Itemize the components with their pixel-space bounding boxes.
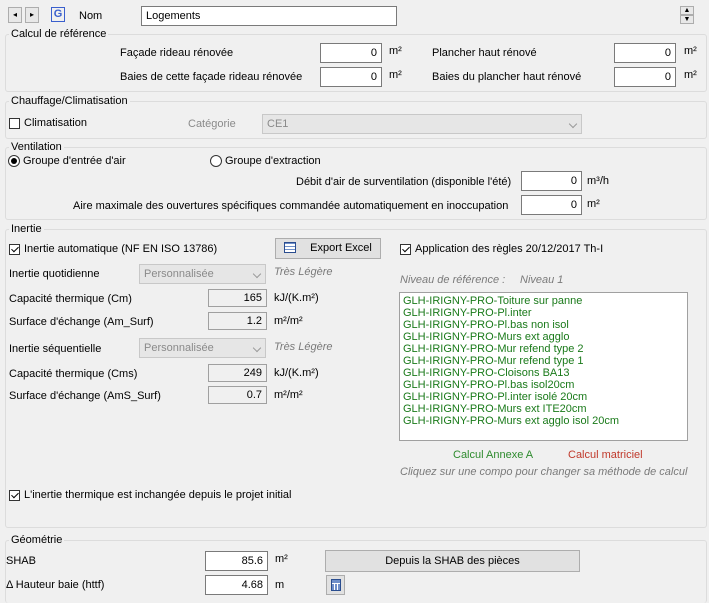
aire-label: Aire maximale des ouvertures spécifiques… (73, 200, 509, 212)
niveau-reference-label: Niveau de référence : (400, 274, 506, 286)
list-item[interactable]: GLH-IRIGNY-PRO-Cloisons BA13 (400, 367, 687, 379)
groupe-extraction-label: Groupe d'extraction (225, 155, 321, 167)
chevron-down-icon (252, 269, 262, 279)
cm-unit: kJ/(K.m²) (274, 292, 319, 304)
inertie-quotidienne-label: Inertie quotidienne (9, 268, 100, 280)
depuis-shab-button[interactable]: Depuis la SHAB des pièces (325, 550, 580, 572)
chauffage-title: Chauffage/Climatisation (9, 94, 130, 108)
facade-label: Façade rideau rénovée (120, 47, 234, 59)
list-item[interactable]: GLH-IRIGNY-PRO-Murs ext agglo isol 20cm (400, 415, 687, 427)
inertie-inchangee-checkbox[interactable] (9, 490, 20, 501)
aire-input[interactable]: 0 (521, 195, 582, 215)
list-item[interactable]: GLH-IRIGNY-PRO-Pl.bas isol20cm (400, 379, 687, 391)
inertie-quotidienne-value: Personnalisée (144, 268, 214, 280)
debit-label: Débit d'air de surventilation (disponibl… (296, 176, 512, 188)
compo-hint: Cliquez sur une compo pour changer sa mé… (400, 466, 688, 478)
baies-plancher-input[interactable]: 0 (614, 67, 676, 87)
inertie-inchangee-label: L'inertie thermique est inchangée depuis… (24, 489, 292, 501)
cm-value: 165 (208, 289, 267, 307)
spin-down-button[interactable]: ▼ (680, 15, 694, 24)
inertie-sequentielle-value: Personnalisée (144, 342, 214, 354)
compo-list[interactable]: GLH-IRIGNY-PRO-Toiture sur panne GLH-IRI… (399, 292, 688, 441)
categorie-select-value: CE1 (267, 118, 289, 130)
inertie-sequentielle-label: Inertie séquentielle (9, 343, 102, 355)
shab-input[interactable]: 85.6 (205, 551, 268, 571)
groupe-extraction-radio[interactable] (210, 155, 222, 167)
chevron-down-icon (568, 119, 578, 129)
export-excel-label: Export Excel (310, 242, 372, 254)
cms-unit: kJ/(K.m²) (274, 367, 319, 379)
ventilation-title: Ventilation (9, 140, 64, 154)
inertie-quotidienne-hint: Très Légère (274, 266, 333, 278)
ams-unit: m²/m² (274, 389, 303, 401)
baies-facade-input[interactable]: 0 (320, 67, 382, 87)
list-item[interactable]: GLH-IRIGNY-PRO-Mur refend type 2 (400, 343, 687, 355)
aire-unit: m² (587, 198, 600, 210)
list-item[interactable]: GLH-IRIGNY-PRO-Mur refend type 1 (400, 355, 687, 367)
inertie-auto-label: Inertie automatique (NF EN ISO 13786) (24, 243, 218, 255)
list-item[interactable]: GLH-IRIGNY-PRO-Pl.bas non isol (400, 319, 687, 331)
chevron-down-icon (252, 343, 262, 353)
cms-value: 249 (208, 364, 267, 382)
shab-unit: m² (275, 553, 288, 565)
calculator-icon (330, 579, 341, 591)
am-label: Surface d'échange (Am_Surf) (9, 316, 154, 328)
baies-plancher-label: Baies du plancher haut rénové (432, 71, 582, 83)
baies-facade-unit: m² (389, 69, 402, 81)
application-regles-label: Application des règles 20/12/2017 Th-I (415, 243, 604, 255)
hauteur-input[interactable]: 4.68 (205, 575, 268, 595)
excel-icon (284, 242, 297, 253)
inertie-sequentielle-select[interactable]: Personnalisée (139, 338, 266, 358)
list-item[interactable]: GLH-IRIGNY-PRO-Toiture sur panne (400, 295, 687, 307)
calculator-button[interactable] (326, 575, 345, 595)
hauteur-label: Δ Hauteur baie (httf) (6, 579, 105, 591)
list-item[interactable]: GLH-IRIGNY-PRO-Pl.inter (400, 307, 687, 319)
previous-button[interactable]: ◂ (8, 7, 22, 23)
groupe-entree-radio[interactable] (8, 155, 20, 167)
calcul-matriciel-legend: Calcul matriciel (568, 449, 643, 461)
categorie-select[interactable]: CE1 (262, 114, 582, 134)
hauteur-unit: m (275, 579, 285, 591)
facade-unit: m² (389, 45, 402, 57)
plancher-input[interactable]: 0 (614, 43, 676, 63)
spin-up-button[interactable]: ▲ (680, 6, 694, 15)
inertie-auto-checkbox[interactable] (9, 244, 20, 255)
inertie-sequentielle-hint: Très Légère (274, 341, 333, 353)
debit-unit: m³/h (587, 175, 609, 187)
list-item[interactable]: GLH-IRIGNY-PRO-Murs ext ITE20cm (400, 403, 687, 415)
categorie-label: Catégorie (188, 118, 236, 130)
ams-value: 0.7 (208, 386, 267, 404)
climatisation-label: Climatisation (24, 117, 87, 129)
groupe-entree-label: Groupe d'entrée d'air (23, 155, 126, 167)
application-regles-checkbox[interactable] (400, 244, 411, 255)
g-icon[interactable]: G (51, 7, 65, 22)
nom-input[interactable]: Logements (141, 6, 397, 26)
cms-label: Capacité thermique (Cms) (9, 368, 138, 380)
export-excel-button[interactable]: Export Excel (275, 238, 381, 259)
plancher-unit: m² (684, 45, 697, 57)
debit-input[interactable]: 0 (521, 171, 582, 191)
list-item[interactable]: GLH-IRIGNY-PRO-Pl.inter isolé 20cm (400, 391, 687, 403)
calcul-reference-title: Calcul de référence (9, 27, 109, 41)
next-button[interactable]: ▸ (25, 7, 39, 23)
geometrie-title: Géométrie (9, 533, 65, 547)
list-item[interactable]: GLH-IRIGNY-PRO-Murs ext agglo (400, 331, 687, 343)
shab-label: SHAB (6, 555, 36, 567)
plancher-label: Plancher haut rénové (432, 47, 537, 59)
climatisation-checkbox[interactable] (9, 118, 20, 129)
ams-label: Surface d'échange (AmS_Surf) (9, 390, 161, 402)
am-value: 1.2 (208, 312, 267, 330)
facade-input[interactable]: 0 (320, 43, 382, 63)
inertie-title: Inertie (9, 222, 44, 236)
baies-facade-label: Baies de cette façade rideau rénovée (120, 71, 303, 83)
baies-plancher-unit: m² (684, 69, 697, 81)
cm-label: Capacité thermique (Cm) (9, 293, 132, 305)
inertie-quotidienne-select[interactable]: Personnalisée (139, 264, 266, 284)
nom-label: Nom (79, 10, 103, 22)
niveau-reference-value: Niveau 1 (520, 274, 564, 286)
am-unit: m²/m² (274, 315, 303, 327)
calcul-annexe-legend: Calcul Annexe A (453, 449, 534, 461)
